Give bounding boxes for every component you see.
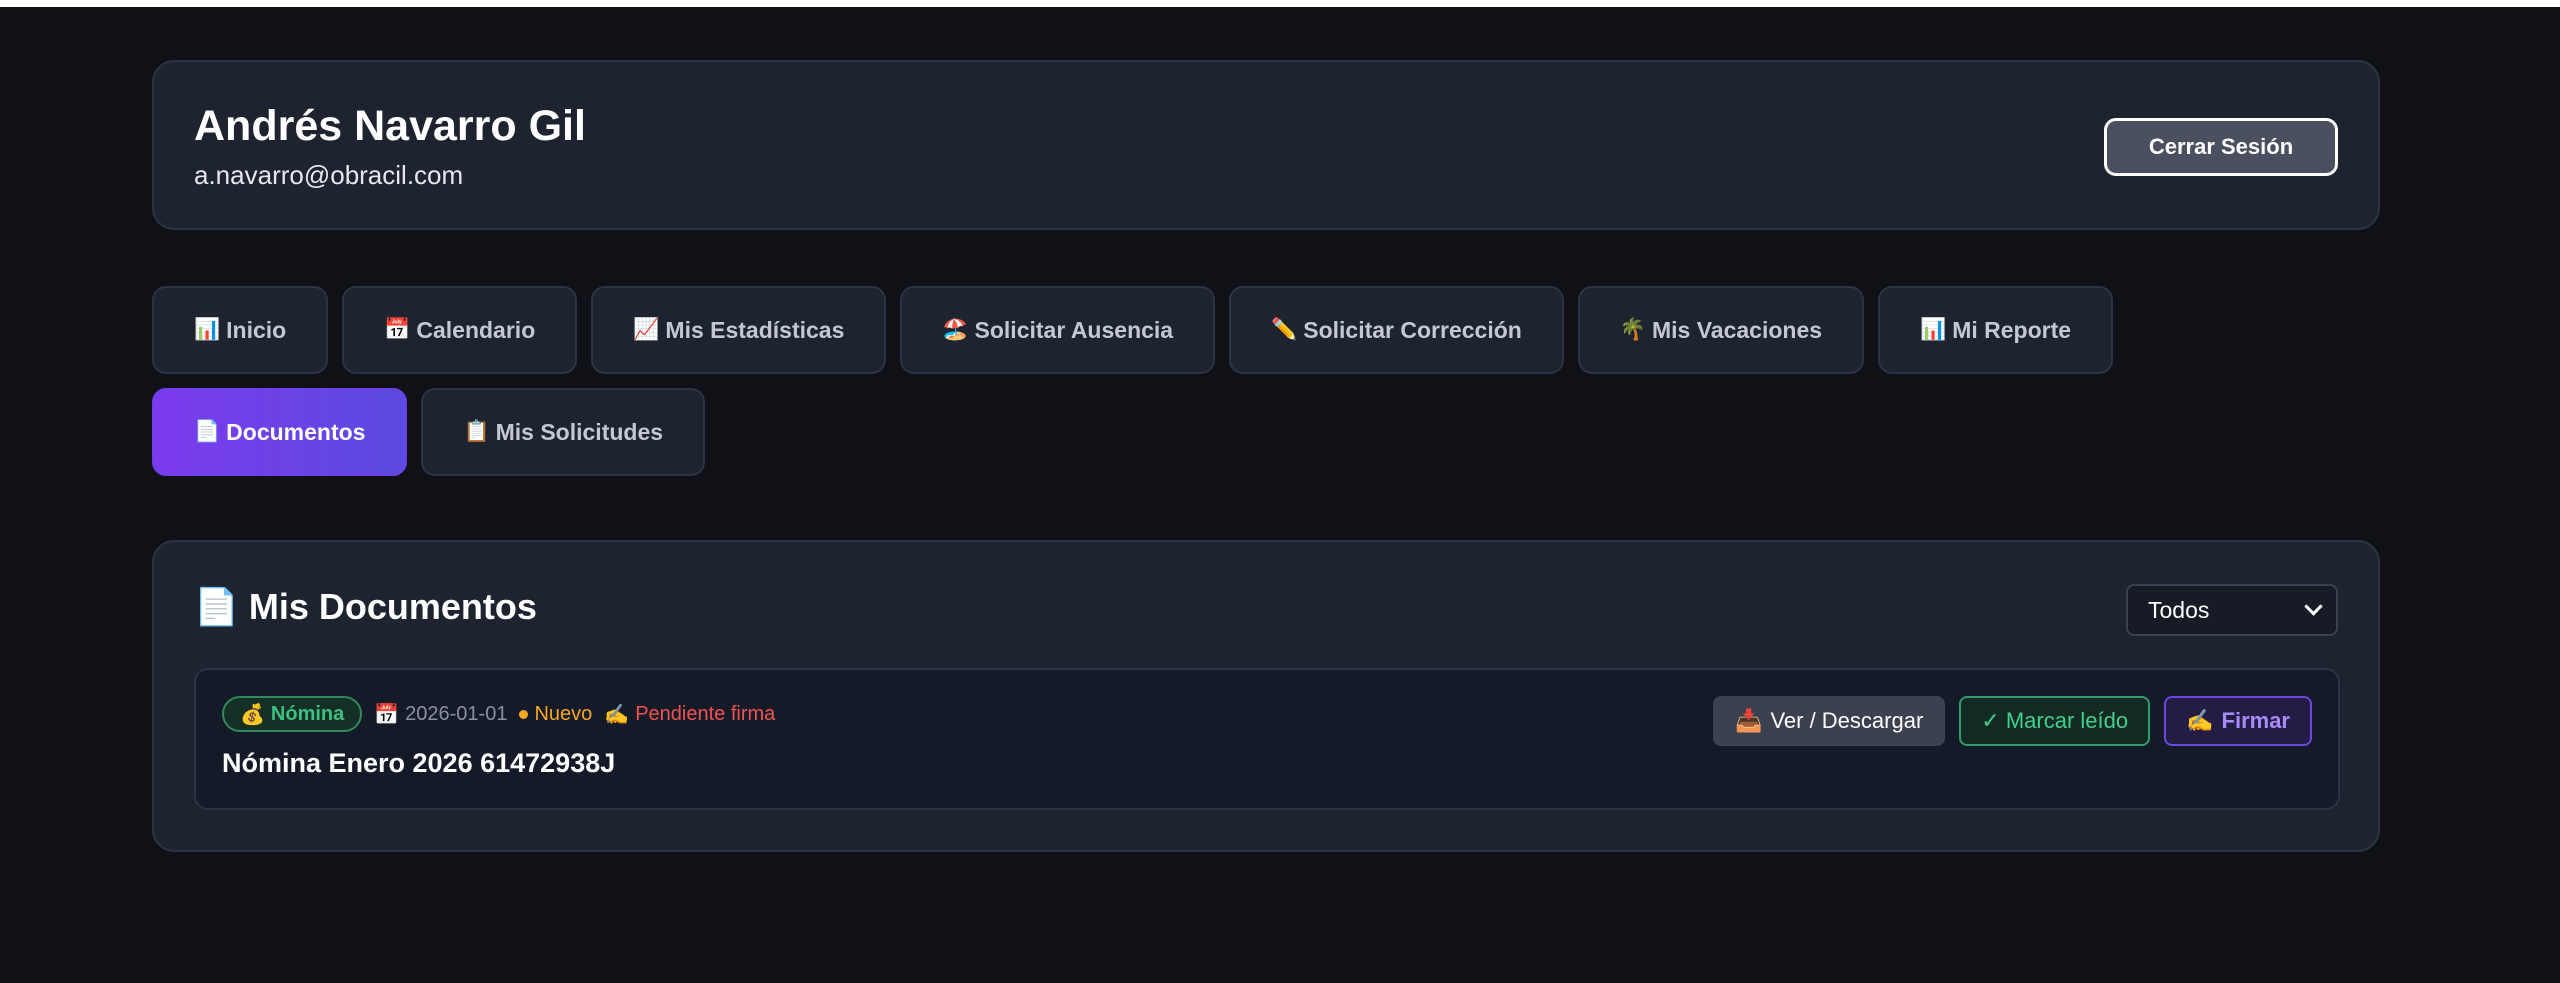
chart-icon: 📊	[1920, 318, 1947, 341]
tab-label: Inicio	[226, 316, 287, 343]
tab-label: Mis Vacaciones	[1651, 316, 1823, 343]
tab-label: Mi Reporte	[1952, 316, 2072, 343]
document-type-label: Nómina	[270, 702, 345, 725]
document-date-text: 2026-01-01	[405, 702, 508, 725]
calendar-icon: 📅	[384, 318, 411, 341]
documents-title-text: Mis Documentos	[248, 586, 537, 627]
document-icon: 📄	[194, 586, 239, 627]
tab-calendario[interactable]: 📅 Calendario	[342, 286, 578, 374]
tab-label: Mis Estadísticas	[665, 316, 845, 343]
calendar-icon: 📅	[374, 703, 400, 726]
tab-mis-vacaciones[interactable]: 🌴 Mis Vacaciones	[1577, 286, 1865, 374]
mark-read-button[interactable]: ✓ Marcar leído	[1959, 696, 2151, 746]
document-type-badge: 💰 Nómina	[222, 696, 363, 732]
user-email: a.navarro@obracil.com	[194, 160, 464, 190]
view-download-label: Ver / Descargar	[1770, 708, 1924, 733]
view-download-button[interactable]: 📥 Ver / Descargar	[1713, 696, 1946, 746]
logout-button[interactable]: Cerrar Sesión	[2104, 118, 2338, 176]
tab-label: Documentos	[226, 418, 366, 445]
document-title: Nómina Enero 2026 61472938J	[222, 748, 616, 778]
palm-tree-icon: 🌴	[1619, 318, 1646, 341]
documents-panel: 📄 Mis Documentos Todos 💰 Nómina 📅 2026-0…	[152, 540, 2380, 852]
chart-icon: 📊	[194, 318, 221, 341]
tab-label: Mis Solicitudes	[495, 418, 664, 445]
signature-icon: ✍️	[604, 703, 630, 726]
tab-mis-estadisticas[interactable]: 📈 Mis Estadísticas	[591, 286, 887, 374]
money-bag-icon: 💰	[240, 703, 265, 726]
tab-label: Calendario	[416, 316, 536, 343]
trend-chart-icon: 📈	[633, 318, 660, 341]
nav-tabs: 📊 Inicio 📅 Calendario 📈 Mis Estadísticas…	[152, 286, 2380, 476]
tab-documentos[interactable]: 📄 Documentos	[152, 388, 408, 476]
chevron-down-icon	[2304, 597, 2323, 616]
sign-button[interactable]: ✍️ Firmar	[2164, 696, 2312, 746]
document-date: 📅 2026-01-01	[374, 702, 507, 727]
filter-selected-value: Todos	[2148, 596, 2210, 623]
signature-icon: ✍️	[2186, 708, 2214, 733]
document-icon: 📄	[194, 420, 221, 443]
tab-solicitar-correccion[interactable]: ✏️ Solicitar Corrección	[1229, 286, 1564, 374]
tab-solicitar-ausencia[interactable]: 🏖️ Solicitar Ausencia	[900, 286, 1216, 374]
beach-icon: 🏖️	[942, 318, 969, 341]
pencil-icon: ✏️	[1271, 318, 1298, 341]
page: Andrés Navarro Gil a.navarro@obracil.com…	[152, 60, 2380, 852]
status-new-text: Nuevo	[534, 702, 593, 725]
tab-mi-reporte[interactable]: 📊 Mi Reporte	[1878, 286, 2114, 374]
sign-label: Firmar	[2221, 708, 2290, 733]
inbox-tray-icon: 📥	[1735, 708, 1763, 733]
documents-title: 📄 Mis Documentos	[194, 586, 537, 628]
document-filter-select[interactable]: Todos	[2126, 584, 2338, 636]
tab-label: Solicitar Ausencia	[974, 316, 1174, 343]
top-strip	[0, 0, 2560, 7]
status-pending-signature: ✍️ Pendiente firma	[604, 702, 775, 727]
clipboard-icon: 📋	[463, 420, 490, 443]
tab-mis-solicitudes[interactable]: 📋 Mis Solicitudes	[421, 388, 706, 476]
status-pending-text: Pendiente firma	[635, 702, 776, 725]
document-meta: 💰 Nómina 📅 2026-01-01 Nuevo ✍️ Pendiente…	[222, 696, 775, 732]
document-item: 💰 Nómina 📅 2026-01-01 Nuevo ✍️ Pendiente…	[194, 668, 2340, 810]
user-header-card: Andrés Navarro Gil a.navarro@obracil.com…	[152, 60, 2380, 230]
tab-label: Solicitar Corrección	[1303, 316, 1522, 343]
status-dot-icon	[519, 709, 529, 719]
tab-inicio[interactable]: 📊 Inicio	[152, 286, 329, 374]
document-actions: 📥 Ver / Descargar ✓ Marcar leído ✍️ Firm…	[1713, 696, 2312, 746]
user-name: Andrés Navarro Gil	[194, 102, 586, 150]
status-new: Nuevo	[519, 703, 592, 726]
